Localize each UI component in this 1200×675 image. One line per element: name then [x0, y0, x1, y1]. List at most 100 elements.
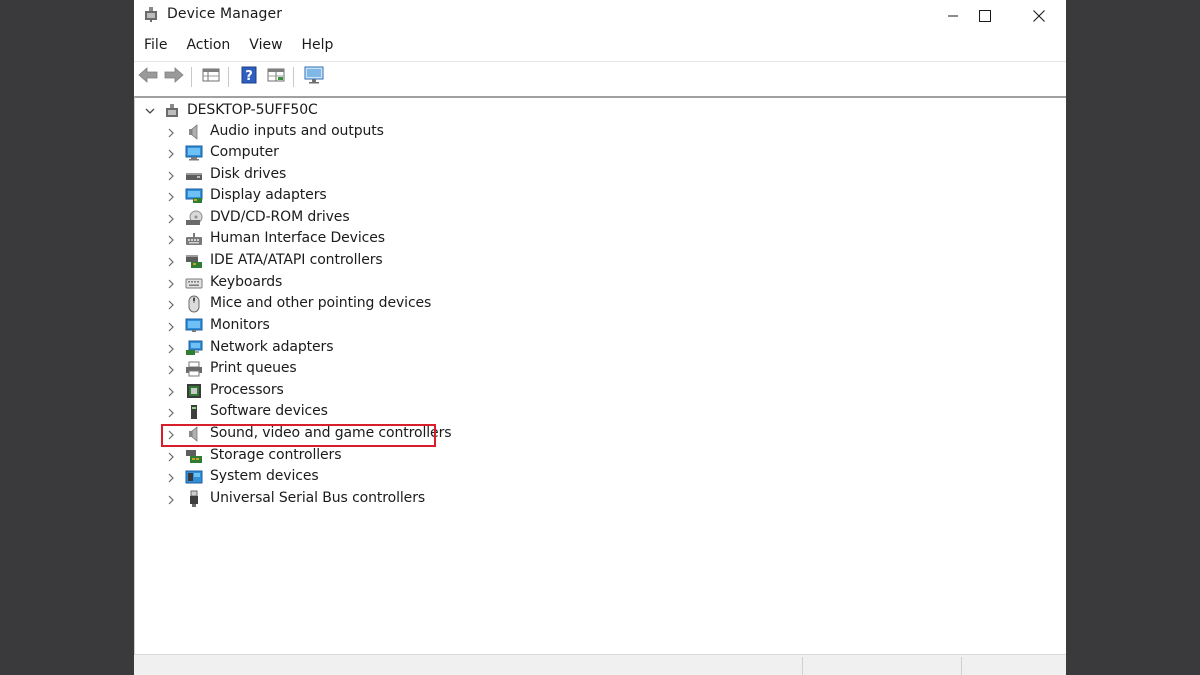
- chevron-right-icon[interactable]: [166, 192, 176, 202]
- tree-item-monitors[interactable]: Monitors: [135, 316, 335, 337]
- tree-item-mice-pointing-devices[interactable]: Mice and other pointing devices: [135, 294, 435, 315]
- tree-item-label: Mice and other pointing devices: [210, 295, 432, 311]
- page-background: Device Manager File Action View Help ? D…: [0, 0, 1200, 675]
- tree-item-dvd-cd-rom-drives[interactable]: DVD/CD-ROM drives: [135, 208, 375, 229]
- processor-icon: [185, 382, 203, 400]
- menu-action[interactable]: Action: [176, 34, 239, 58]
- tree-item-human-interface-devices[interactable]: Human Interface Devices: [135, 229, 395, 250]
- tree-item-print-queues[interactable]: Print queues: [135, 359, 335, 380]
- details-grid-icon: [267, 67, 285, 87]
- tree-item-label: Print queues: [210, 360, 297, 376]
- tree-item-label: Computer: [210, 144, 279, 160]
- tree-item-computer[interactable]: Computer: [135, 143, 335, 164]
- chevron-right-icon[interactable]: [166, 279, 176, 289]
- software-device-icon: [185, 403, 203, 421]
- forward-button[interactable]: [162, 66, 186, 88]
- hid-icon: [185, 230, 203, 248]
- menu-bar: File Action View Help: [134, 34, 342, 58]
- tree-item-label: Processors: [210, 382, 284, 398]
- chevron-down-icon[interactable]: [145, 106, 155, 116]
- svg-text:?: ?: [245, 69, 253, 84]
- system-device-icon: [185, 468, 203, 486]
- display-adapter-icon: [185, 187, 203, 205]
- tree-item-label: Monitors: [210, 317, 270, 333]
- tree-item-ide-ata-atapi-controllers[interactable]: IDE ATA/ATAPI controllers: [135, 251, 395, 272]
- chevron-right-icon[interactable]: [166, 344, 176, 354]
- maximize-icon: [979, 9, 991, 22]
- dvd-drive-icon: [185, 209, 203, 227]
- toolbar-separator: [293, 67, 294, 87]
- usb-icon: [185, 490, 203, 508]
- highlight-box: [161, 424, 436, 447]
- menu-file[interactable]: File: [134, 34, 176, 58]
- tree-item-software-devices[interactable]: Software devices: [135, 402, 335, 423]
- back-arrow-icon: [138, 67, 158, 87]
- tree-item-label: Network adapters: [210, 339, 334, 355]
- tree-item-label: DVD/CD-ROM drives: [210, 209, 350, 225]
- tree-item-label: System devices: [210, 468, 319, 484]
- tree-item-label: Disk drives: [210, 166, 287, 182]
- status-separator: [802, 657, 803, 675]
- monitor-icon: [185, 317, 203, 335]
- network-adapter-icon: [185, 339, 203, 357]
- scan-hardware-button[interactable]: [302, 66, 326, 88]
- tree-item-keyboards[interactable]: Keyboards: [135, 273, 335, 294]
- tree-item-storage-controllers[interactable]: Storage controllers: [135, 446, 355, 467]
- tree-item-label: Universal Serial Bus controllers: [210, 490, 426, 506]
- chevron-right-icon[interactable]: [166, 408, 176, 418]
- printer-icon: [185, 360, 203, 378]
- toolbar: ?: [134, 61, 1066, 93]
- close-button[interactable]: [1016, 0, 1062, 31]
- tree-item-processors[interactable]: Processors: [135, 381, 335, 402]
- help-icon: ?: [241, 66, 257, 88]
- title-bar[interactable]: Device Manager: [134, 0, 1066, 31]
- tree-item-label: Audio inputs and outputs: [210, 123, 384, 139]
- tree-item-usb-controllers[interactable]: Universal Serial Bus controllers: [135, 489, 435, 510]
- chevron-right-icon[interactable]: [166, 473, 176, 483]
- tree-root-label: DESKTOP-5UFF50C: [187, 102, 318, 118]
- device-manager-icon: [143, 6, 159, 22]
- back-button[interactable]: [136, 66, 160, 88]
- chevron-right-icon[interactable]: [166, 300, 176, 310]
- tree-item-label: Storage controllers: [210, 447, 342, 463]
- toolbar-separator: [228, 67, 229, 87]
- tree-item-label: IDE ATA/ATAPI controllers: [210, 252, 383, 268]
- toolbar-separator: [191, 67, 192, 87]
- chevron-right-icon[interactable]: [166, 495, 176, 505]
- speaker-icon: [185, 123, 203, 141]
- disk-drive-icon: [185, 166, 203, 184]
- forward-arrow-icon: [164, 67, 184, 87]
- monitor-scan-icon: [304, 66, 324, 88]
- chevron-right-icon[interactable]: [166, 214, 176, 224]
- mouse-icon: [185, 295, 203, 313]
- chevron-right-icon[interactable]: [166, 149, 176, 159]
- tree-item-label: Software devices: [210, 403, 328, 419]
- chevron-right-icon[interactable]: [166, 235, 176, 245]
- chevron-right-icon[interactable]: [166, 452, 176, 462]
- tree-item-system-devices[interactable]: System devices: [135, 467, 335, 488]
- device-manager-window: Device Manager File Action View Help ? D…: [134, 0, 1066, 675]
- tree-item-display-adapters[interactable]: Display adapters: [135, 186, 355, 207]
- tree-item-label: Human Interface Devices: [210, 230, 385, 246]
- chevron-right-icon[interactable]: [166, 257, 176, 267]
- storage-controller-icon: [185, 447, 203, 465]
- properties-button[interactable]: [199, 66, 223, 88]
- tree-root[interactable]: DESKTOP-5UFF50C: [135, 100, 335, 122]
- chevron-right-icon[interactable]: [166, 365, 176, 375]
- chevron-right-icon[interactable]: [166, 322, 176, 332]
- window-title: Device Manager: [167, 6, 283, 22]
- chevron-right-icon[interactable]: [166, 128, 176, 138]
- chevron-right-icon[interactable]: [166, 171, 176, 181]
- details-button[interactable]: [264, 66, 288, 88]
- help-button[interactable]: ?: [237, 66, 261, 88]
- tree-item-audio-inputs-outputs[interactable]: Audio inputs and outputs: [135, 122, 395, 143]
- computer-icon: [185, 144, 203, 162]
- tree-item-disk-drives[interactable]: Disk drives: [135, 165, 335, 186]
- maximize-button[interactable]: [962, 0, 1008, 31]
- menu-view[interactable]: View: [239, 34, 291, 58]
- tree-item-network-adapters[interactable]: Network adapters: [135, 338, 355, 359]
- chevron-right-icon[interactable]: [166, 387, 176, 397]
- ide-controller-icon: [185, 252, 203, 270]
- tree-item-label: Display adapters: [210, 187, 327, 203]
- menu-help[interactable]: Help: [292, 34, 343, 58]
